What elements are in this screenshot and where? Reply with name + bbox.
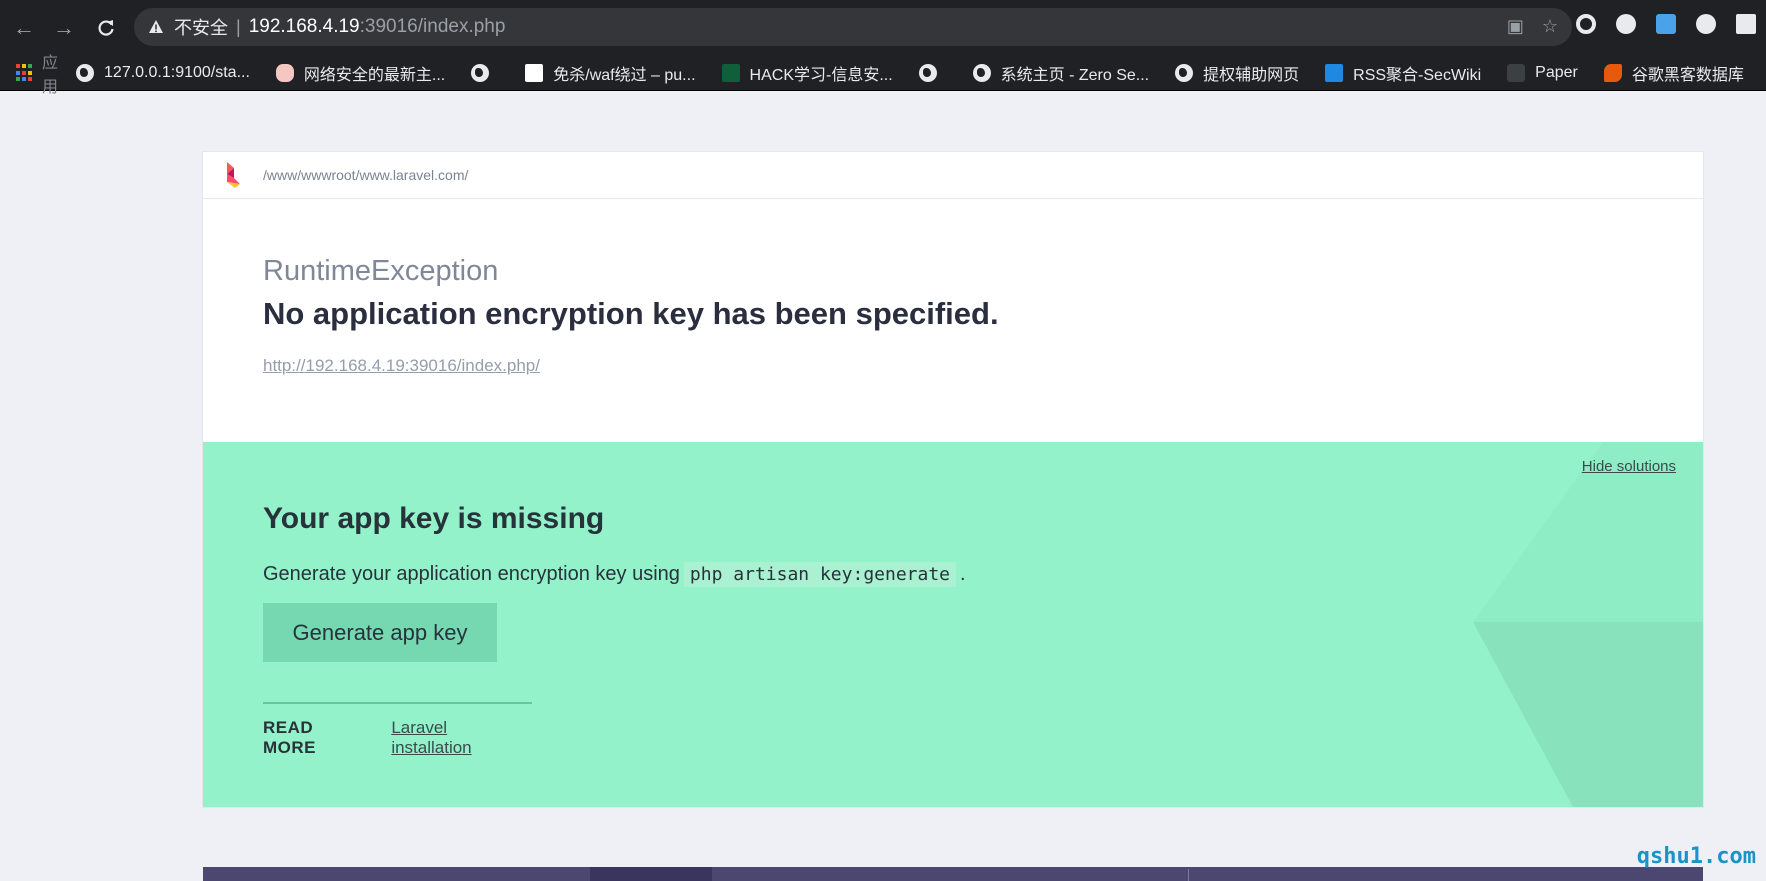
security-status[interactable]: 不安全 [174,14,228,40]
bookmark-item[interactable]: Paper [1507,64,1578,82]
bookmark-item[interactable]: 提权辅助网页 [1175,61,1299,85]
star-icon[interactable]: ☆ [1542,16,1558,37]
bookmark-item[interactable]: 系统主页 - Zero Se... [972,61,1150,85]
request-url-link[interactable]: http://192.168.4.19:39016/index.php/ [263,356,540,376]
exception-class: RuntimeException [263,255,499,287]
ghdb-icon [1603,64,1622,82]
decorative-shapes [1473,442,1703,807]
generate-app-key-button[interactable]: Generate app key [263,603,497,662]
extension-dots-icon[interactable] [1696,14,1716,34]
bookmark-item[interactable] [471,64,499,82]
translate-icon[interactable]: ▣ [1507,16,1524,37]
bookmark-item[interactable]: 谷歌黑客数据库 [1603,61,1744,85]
apps-grid-icon [16,64,32,82]
description-end: . [960,563,966,585]
url-path: :39016/index.php [359,16,506,37]
globe-icon [972,64,991,82]
globe-icon [76,64,95,82]
solution-links: READ MORE Laravel installation [263,702,532,758]
globe-icon [1175,64,1194,82]
solution-content: Your app key is missing Generate your ap… [263,502,966,758]
bookmark-label: HACK学习-信息安... [749,67,893,84]
reload-icon [98,20,114,36]
panel-divider [1188,869,1189,881]
apps-shortcut[interactable]: 应用 [16,49,60,97]
stack-trace-panel [203,867,1703,881]
bookmark-item[interactable]: 网络安全的最新主... [275,61,446,85]
bookmark-label: 免杀/waf绕过 – pu... [553,67,696,84]
bookmark-label: 网络安全的最新主... [303,67,446,84]
address-bar[interactable]: 不安全 | 192.168.4.19 :39016/index.php ▣ ☆ [134,8,1572,46]
extension-file-icon[interactable] [1656,14,1676,34]
back-button[interactable]: ← [8,12,40,44]
watermark: qshu1.com [1636,844,1756,869]
warning-icon [148,19,164,35]
apps-label: 应用 [42,55,59,96]
bookmarks-bar: 应用 127.0.0.1:9100/sta... 网络安全的最新主... 免杀/… [0,55,1766,96]
puzzle-icon[interactable] [1736,14,1756,34]
secwiki-icon [1325,64,1344,82]
error-header: /www/wwwroot/www.laravel.com/ [203,152,1703,199]
chat-icon [275,64,294,82]
ignition-logo-icon [227,162,240,188]
bookmark-label: Paper [1535,64,1578,81]
laravel-installation-link[interactable]: Laravel installation [391,718,532,758]
forward-button[interactable]: → [48,12,80,44]
url-separator: | [236,16,241,37]
solution-description: Generate your application encryption key… [263,562,966,587]
url-host: 192.168.4.19 [248,16,360,37]
bookmark-label: 谷歌黑客数据库 [1631,67,1744,84]
bookmark-label: 提权辅助网页 [1203,67,1300,84]
globe-icon [918,64,937,82]
artisan-command: php artisan key:generate [683,562,957,587]
error-card: /www/wwwroot/www.laravel.com/ RuntimeExc… [203,152,1703,807]
active-tab[interactable] [590,867,712,881]
bookmark-item[interactable] [918,64,947,82]
project-path: /www/wwwroot/www.laravel.com/ [263,167,469,183]
exception-message: No application encryption key has been s… [263,296,999,331]
bookmark-item[interactable]: RSS聚合-SecWiki [1325,61,1481,85]
browser-toolbar: ← → 不安全 | 192.168.4.19 :39016/index.php … [0,0,1766,56]
bookmark-label: RSS聚合-SecWiki [1353,67,1482,84]
page-icon [525,64,544,82]
extension-circle-icon[interactable] [1576,14,1596,34]
solution-title: Your app key is missing [263,502,605,535]
hack-icon [721,64,740,82]
globe-icon [471,64,490,82]
bookmark-item[interactable]: 127.0.0.1:9100/sta... [76,64,250,82]
paper-icon [1507,64,1526,82]
read-more-label: READ MORE [263,718,316,757]
bookmark-label: 系统主页 - Zero Se... [1000,67,1150,84]
extension-cookie-icon[interactable] [1616,14,1636,34]
solution-panel: Hide solutions Your app key is missing G… [203,442,1703,807]
reload-button[interactable] [90,12,122,44]
description-text: Generate your application encryption key… [263,563,680,585]
extensions-area [1576,14,1766,34]
bookmark-label: 127.0.0.1:9100/sta... [104,64,250,81]
bookmark-item[interactable]: 免杀/waf绕过 – pu... [525,61,696,85]
hide-solutions-link[interactable]: Hide solutions [1582,458,1676,475]
bookmark-item[interactable]: HACK学习-信息安... [721,61,893,85]
